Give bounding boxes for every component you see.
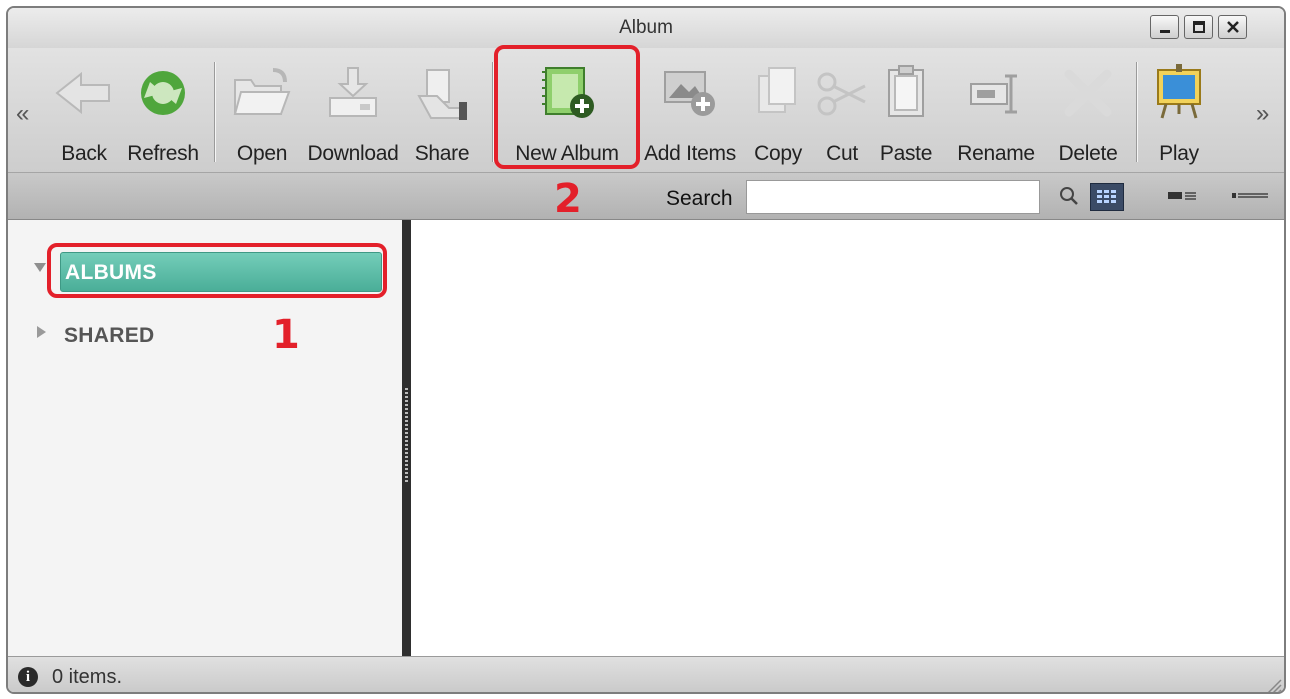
toolbar-scroll-left[interactable]: «	[16, 100, 29, 128]
album-window: Album « » Back Refresh Open Download Sha…	[6, 6, 1286, 694]
share-button[interactable]: Share	[408, 56, 476, 166]
annotation-step-1: 1	[272, 312, 300, 358]
grid-view-button[interactable]	[1090, 183, 1124, 211]
search-label: Search	[666, 187, 733, 210]
expanded-caret-icon[interactable]	[32, 260, 48, 276]
toolbar-separator	[1136, 62, 1137, 162]
download-label: Download	[307, 142, 399, 165]
download-icon	[329, 67, 377, 117]
add-items-icon	[664, 71, 715, 116]
cut-label: Cut	[826, 142, 858, 165]
paste-button[interactable]: Paste	[874, 56, 938, 166]
open-label: Open	[236, 142, 288, 165]
refresh-label: Refresh	[127, 142, 199, 165]
minimize-icon	[1151, 16, 1178, 38]
window-title: Album	[619, 17, 673, 38]
tree-node-shared[interactable]: SHARED	[64, 324, 154, 348]
copy-label: Copy	[754, 142, 802, 165]
back-label: Back	[61, 142, 107, 165]
detail-view-icon	[1232, 193, 1268, 198]
scissors-icon	[817, 72, 866, 116]
detail-view-button[interactable]	[1228, 183, 1272, 211]
open-button[interactable]: Open	[228, 56, 296, 166]
annotation-step-2: 2	[554, 176, 582, 222]
splitter-grip[interactable]	[405, 386, 408, 484]
cut-button[interactable]: Cut	[817, 56, 866, 166]
status-text: 0 items.	[52, 666, 123, 688]
close-icon	[1219, 16, 1246, 38]
back-arrow-icon	[55, 71, 110, 115]
resize-grip-icon[interactable]	[1262, 674, 1282, 694]
toolbar-scroll-right[interactable]: »	[1256, 100, 1269, 128]
close-button[interactable]	[1218, 15, 1247, 39]
minimize-button[interactable]	[1150, 15, 1179, 39]
delete-label: Delete	[1058, 142, 1118, 165]
add-items-button[interactable]: Add Items	[640, 56, 740, 166]
paste-label: Paste	[879, 142, 933, 165]
copy-icon	[758, 67, 796, 113]
share-label: Share	[414, 142, 470, 165]
toolbar-separator	[214, 62, 215, 162]
add-items-label: Add Items	[644, 142, 736, 165]
info-icon: i	[18, 667, 38, 687]
maximize-icon	[1185, 16, 1212, 38]
pane-splitter[interactable]	[402, 220, 411, 656]
delete-x-icon	[1064, 69, 1112, 117]
rename-label: Rename	[957, 142, 1035, 165]
search-bar: Search	[8, 173, 1284, 220]
content-pane[interactable]	[411, 220, 1284, 656]
highlight-albums	[47, 243, 387, 298]
list-view-button[interactable]	[1166, 183, 1200, 211]
play-label: Play	[1159, 142, 1199, 165]
list-view-icon	[1168, 192, 1196, 200]
maximize-button[interactable]	[1184, 15, 1213, 39]
open-folder-icon	[233, 68, 291, 115]
highlight-new-album	[494, 45, 640, 169]
title-bar[interactable]: Album	[8, 8, 1284, 48]
search-input[interactable]	[746, 180, 1040, 214]
collapsed-caret-icon[interactable]	[34, 324, 50, 340]
clipboard-icon	[888, 65, 924, 117]
status-bar: i 0 items.	[8, 656, 1284, 694]
refresh-button[interactable]: Refresh	[126, 56, 200, 166]
toolbar: « » Back Refresh Open Download Share New…	[8, 48, 1284, 173]
search-icon[interactable]	[1054, 181, 1084, 211]
play-button[interactable]: Play	[1148, 56, 1210, 166]
download-button[interactable]: Download	[308, 56, 399, 166]
share-icon	[417, 69, 467, 120]
rename-button[interactable]: Rename	[950, 56, 1042, 166]
rename-icon	[970, 74, 1017, 114]
grid-view-icon	[1097, 190, 1116, 203]
copy-button[interactable]: Copy	[750, 56, 806, 166]
back-button[interactable]: Back	[50, 56, 118, 166]
delete-button[interactable]: Delete	[1050, 56, 1126, 166]
slideshow-icon	[1157, 64, 1201, 119]
toolbar-separator	[492, 62, 493, 162]
refresh-icon	[141, 71, 185, 115]
